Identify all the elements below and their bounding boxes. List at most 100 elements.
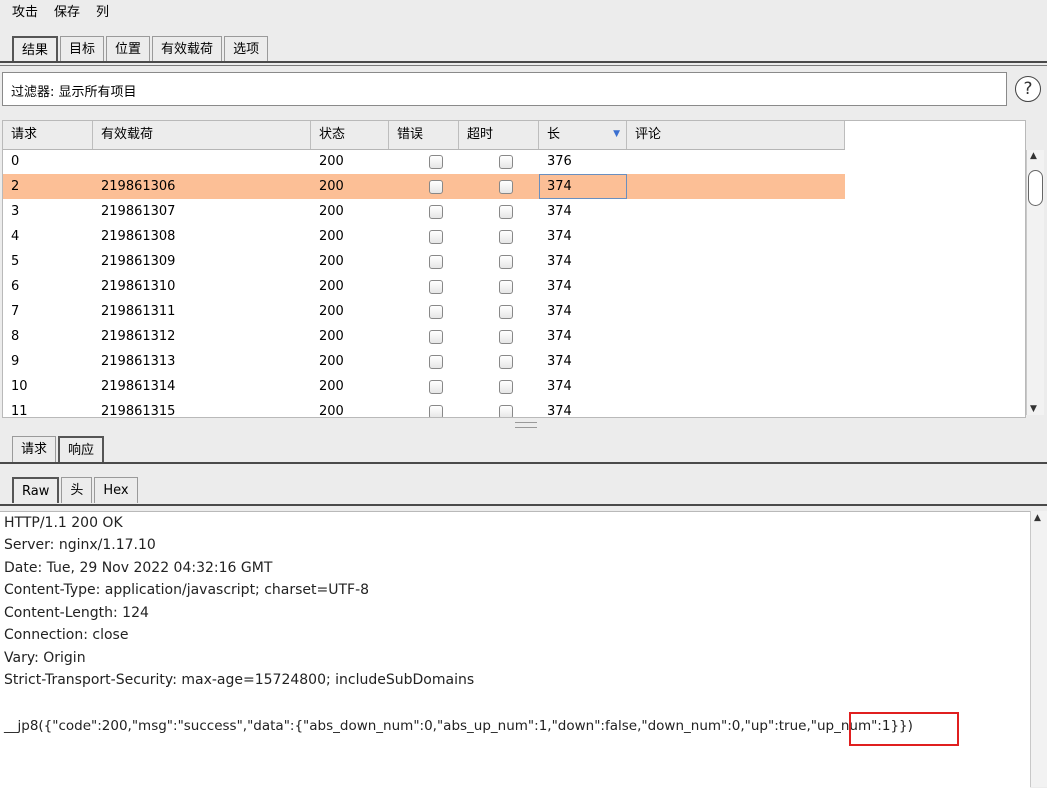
cell-payload: 219861309 [101, 254, 176, 269]
cell-payload: 219861307 [101, 204, 176, 219]
col-request[interactable]: 请求 [3, 121, 93, 149]
error-checkbox [429, 355, 443, 369]
table-row[interactable]: 8 219861312 200 374 [3, 324, 845, 349]
detail-divider [0, 462, 1047, 464]
timeout-checkbox [499, 280, 513, 294]
menu-columns[interactable]: 列 [96, 1, 109, 20]
timeout-checkbox [499, 155, 513, 169]
tab-positions[interactable]: 位置 [106, 36, 151, 62]
response-line: Server: nginx/1.17.10 [4, 537, 156, 553]
cell-request: 8 [11, 329, 20, 344]
main-tabbar: 结果 目标 位置 有效载荷 选项 [12, 32, 270, 62]
scroll-down-icon[interactable]: ▼ [1030, 404, 1037, 414]
cell-request: 0 [11, 154, 20, 169]
cell-payload: 219861311 [101, 304, 176, 319]
timeout-checkbox [499, 355, 513, 369]
tab-payloads[interactable]: 有效载荷 [152, 36, 223, 62]
timeout-checkbox [499, 405, 513, 417]
response-line: Strict-Transport-Security: max-age=15724… [4, 672, 475, 688]
timeout-checkbox [499, 330, 513, 344]
cell-status: 200 [319, 179, 344, 194]
cell-length: 376 [547, 154, 572, 169]
pane-splitter[interactable] [515, 422, 537, 428]
response-scrollbar[interactable]: ▲ [1030, 511, 1047, 787]
col-payload[interactable]: 有效载荷 [93, 121, 311, 149]
cell-status: 200 [319, 329, 344, 344]
tab-target[interactable]: 目标 [60, 36, 105, 62]
cell-payload: 219861310 [101, 279, 176, 294]
error-checkbox [429, 280, 443, 294]
scroll-up-icon[interactable]: ▲ [1030, 151, 1037, 161]
menu-save[interactable]: 保存 [54, 1, 80, 20]
response-line: Connection: close [4, 627, 129, 643]
tab-divider [0, 61, 1047, 63]
cell-status: 200 [319, 229, 344, 244]
cell-request: 3 [11, 204, 20, 219]
col-timeout[interactable]: 超时 [459, 121, 539, 149]
cell-status: 200 [319, 354, 344, 369]
cell-length: 374 [547, 329, 572, 344]
tab-hex[interactable]: Hex [94, 477, 138, 503]
tab-headers[interactable]: 头 [61, 477, 93, 503]
filter-bar[interactable]: 过滤器: 显示所有项目 [2, 72, 1007, 106]
col-comment[interactable]: 评论 [627, 121, 845, 149]
tab-response[interactable]: 响应 [58, 436, 105, 462]
table-row[interactable]: 4 219861308 200 374 [3, 224, 845, 249]
table-row[interactable]: 0 200 376 [3, 149, 845, 174]
cell-length: 374 [547, 304, 572, 319]
cell-request: 7 [11, 304, 20, 319]
scroll-up-icon[interactable]: ▲ [1034, 513, 1041, 523]
cell-payload: 219861313 [101, 354, 176, 369]
error-checkbox [429, 405, 443, 417]
cell-status: 200 [319, 304, 344, 319]
cell-length: 374 [547, 404, 572, 418]
response-line: Content-Length: 124 [4, 605, 149, 621]
cell-status: 200 [319, 154, 344, 169]
table-row[interactable]: 10 219861314 200 374 [3, 374, 845, 399]
table-header: 请求 有效载荷 状态 错误 超时 长 ▼ 评论 [3, 121, 845, 150]
cell-payload: 219861308 [101, 229, 176, 244]
error-checkbox [429, 180, 443, 194]
response-body[interactable]: HTTP/1.1 200 OK Server: nginx/1.17.10 Da… [0, 511, 1030, 788]
table-row[interactable]: 7 219861311 200 374 [3, 299, 845, 324]
table-row[interactable]: 9 219861313 200 374 [3, 349, 845, 374]
tab-results[interactable]: 结果 [12, 36, 59, 62]
table-row[interactable]: 11 219861315 200 374 [3, 399, 845, 418]
filter-label: 过滤器: 显示所有项目 [11, 85, 137, 100]
cell-status: 200 [319, 254, 344, 269]
response-line: Vary: Origin [4, 650, 86, 666]
menu-bar: 攻击 保存 列 [0, 0, 1047, 22]
timeout-checkbox [499, 255, 513, 269]
cell-status: 200 [319, 379, 344, 394]
cell-request: 2 [11, 179, 20, 194]
col-error[interactable]: 错误 [389, 121, 459, 149]
cell-length: 374 [547, 279, 572, 294]
col-status[interactable]: 状态 [311, 121, 389, 149]
error-checkbox [429, 205, 443, 219]
cell-status: 200 [319, 279, 344, 294]
sort-desc-icon: ▼ [613, 129, 620, 139]
error-checkbox [429, 305, 443, 319]
scroll-thumb[interactable] [1028, 170, 1043, 206]
table-row[interactable]: 6 219861310 200 374 [3, 274, 845, 299]
tab-divider-thin [0, 65, 1047, 66]
tab-request[interactable]: 请求 [12, 436, 57, 462]
cell-length: 374 [547, 254, 572, 269]
cell-length: 374 [547, 379, 572, 394]
help-icon[interactable]: ? [1015, 76, 1041, 102]
menu-attack[interactable]: 攻击 [12, 1, 38, 20]
timeout-checkbox [499, 230, 513, 244]
tab-options[interactable]: 选项 [224, 36, 269, 62]
table-row[interactable]: 3 219861307 200 374 [3, 199, 845, 224]
error-checkbox [429, 330, 443, 344]
table-row[interactable]: 5 219861309 200 374 [3, 249, 845, 274]
col-length[interactable]: 长 ▼ [539, 121, 627, 149]
table-scrollbar[interactable]: ▲ ▼ [1026, 150, 1044, 415]
table-row[interactable]: 2 219861306 200 374 [3, 174, 845, 199]
cell-request: 6 [11, 279, 20, 294]
error-checkbox [429, 155, 443, 169]
response-line: HTTP/1.1 200 OK [4, 515, 123, 531]
cell-payload: 219861315 [101, 404, 176, 418]
tab-raw[interactable]: Raw [12, 477, 60, 503]
response-body-line: __jp8({"code":200,"msg":"success","data"… [4, 718, 913, 734]
